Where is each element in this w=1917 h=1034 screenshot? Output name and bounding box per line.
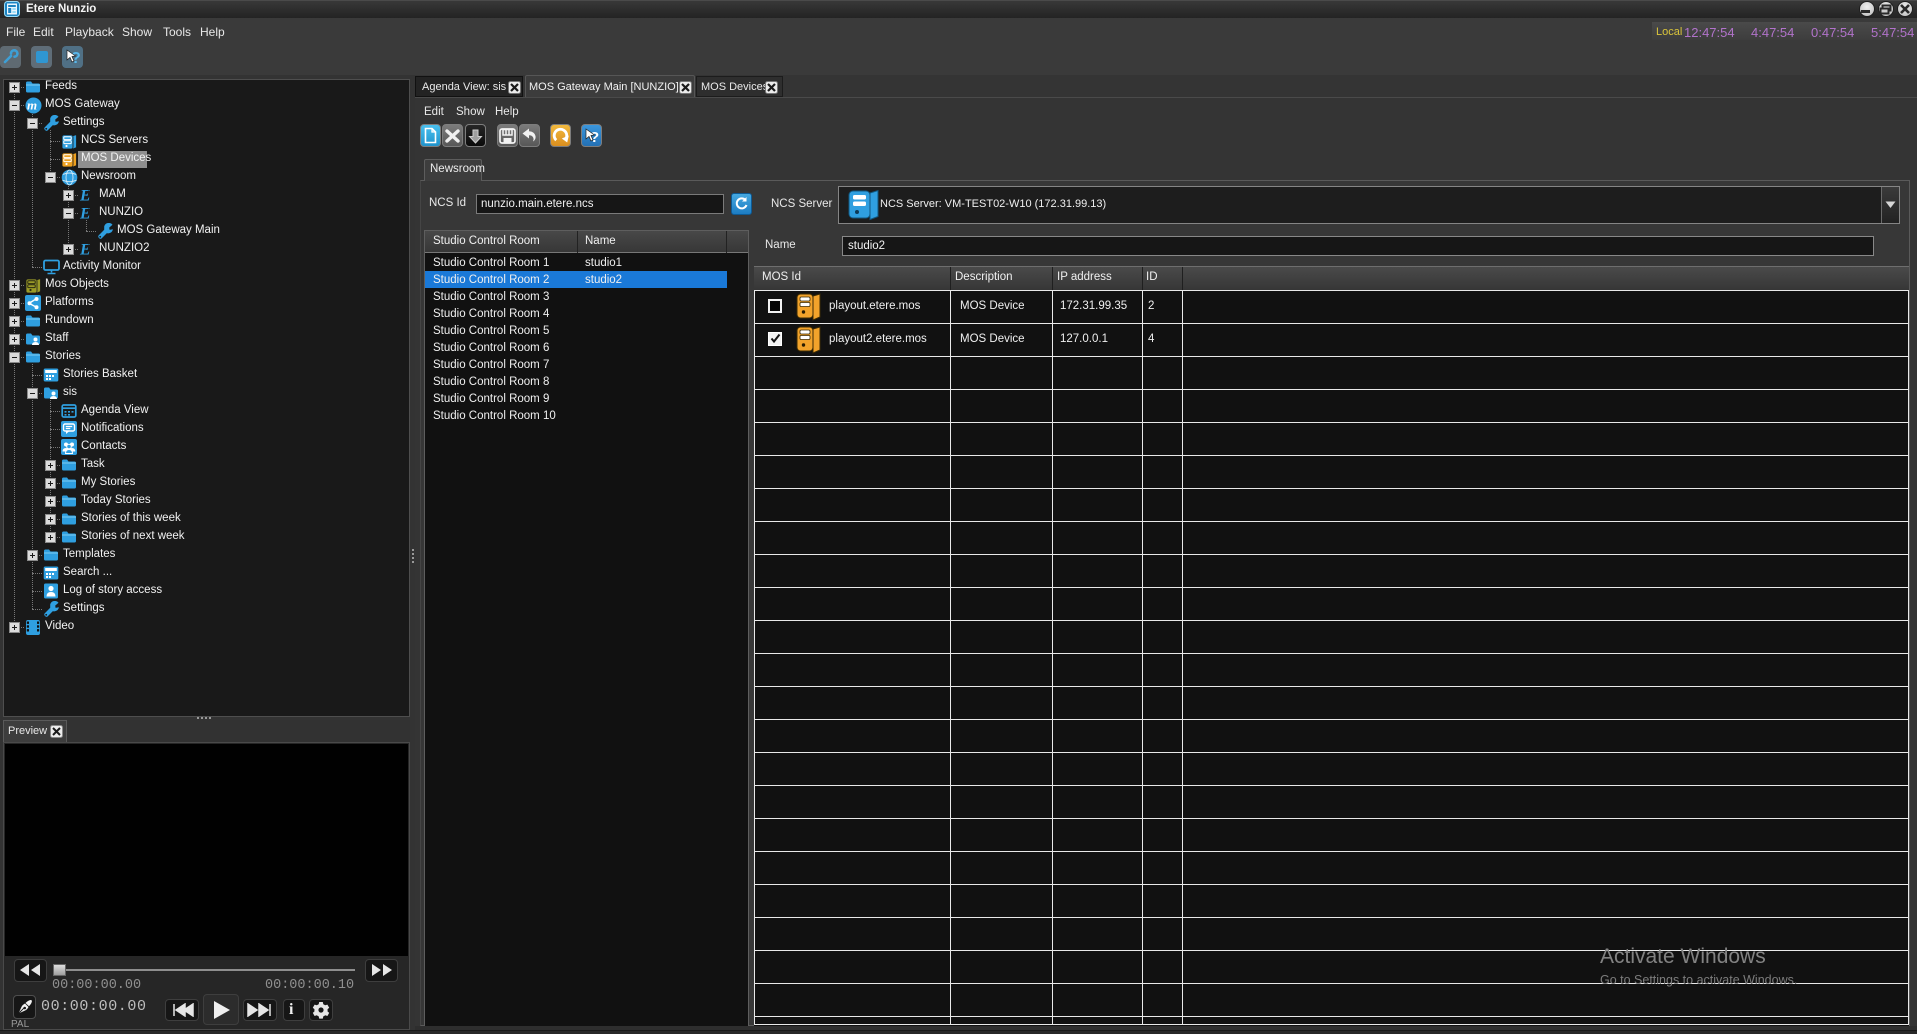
- svg-text:E: E: [79, 188, 91, 204]
- svg-text:m: m: [27, 98, 37, 113]
- svg-text:E: E: [79, 206, 91, 222]
- svg-text:E: E: [79, 242, 91, 258]
